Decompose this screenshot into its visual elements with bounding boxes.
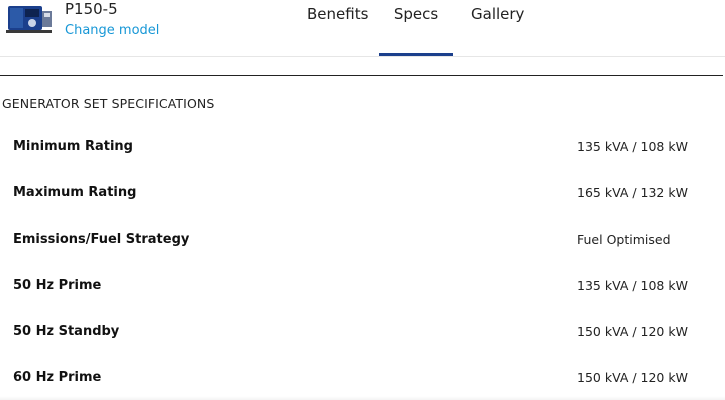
spec-row: 60 Hz Prime 150 kVA / 120 kW bbox=[0, 355, 725, 400]
spec-value: 135 kVA / 108 kW bbox=[577, 277, 688, 293]
tab-benefits[interactable]: Benefits bbox=[307, 5, 368, 23]
spec-row: 50 Hz Standby 150 kVA / 120 kW bbox=[0, 309, 725, 355]
spec-value: Fuel Optimised bbox=[577, 231, 671, 247]
spec-row: 50 Hz Prime 135 kVA / 108 kW bbox=[0, 263, 725, 309]
model-name: P150-5 bbox=[65, 0, 118, 18]
section-divider bbox=[0, 75, 723, 76]
spec-value: 150 kVA / 120 kW bbox=[577, 370, 688, 386]
tab-specs[interactable]: Specs bbox=[379, 5, 453, 23]
change-model-link[interactable]: Change model bbox=[65, 23, 159, 38]
section-title[interactable]: GENERATOR SET SPECIFICATIONS bbox=[2, 96, 214, 111]
spec-label: 60 Hz Prime bbox=[13, 370, 102, 386]
active-tab-indicator bbox=[379, 53, 453, 56]
spec-label: Minimum Rating bbox=[13, 139, 133, 154]
spec-list: Minimum Rating 135 kVA / 108 kW Maximum … bbox=[0, 124, 725, 400]
spec-value: 165 kVA / 132 kW bbox=[577, 185, 688, 201]
spec-value: 135 kVA / 108 kW bbox=[577, 139, 688, 154]
generator-thumbnail-icon[interactable] bbox=[4, 2, 56, 34]
spec-row: Minimum Rating 135 kVA / 108 kW bbox=[0, 124, 725, 170]
spec-label: 50 Hz Prime bbox=[13, 277, 102, 293]
spec-value: 150 kVA / 120 kW bbox=[577, 324, 688, 340]
sticky-product-header: P150-5 Change model Benefits Specs Galle… bbox=[0, 0, 725, 57]
spec-row: Maximum Rating 165 kVA / 132 kW bbox=[0, 170, 725, 216]
tab-gallery[interactable]: Gallery bbox=[471, 5, 524, 23]
bottom-edge bbox=[0, 396, 725, 400]
spec-label: Maximum Rating bbox=[13, 185, 137, 201]
spec-label: Emissions/Fuel Strategy bbox=[13, 231, 190, 247]
spec-row: Emissions/Fuel Strategy Fuel Optimised bbox=[0, 217, 725, 263]
spec-label: 50 Hz Standby bbox=[13, 324, 120, 340]
page: COLLAPSE ALL P150-5 Change model Benefit… bbox=[0, 0, 725, 400]
